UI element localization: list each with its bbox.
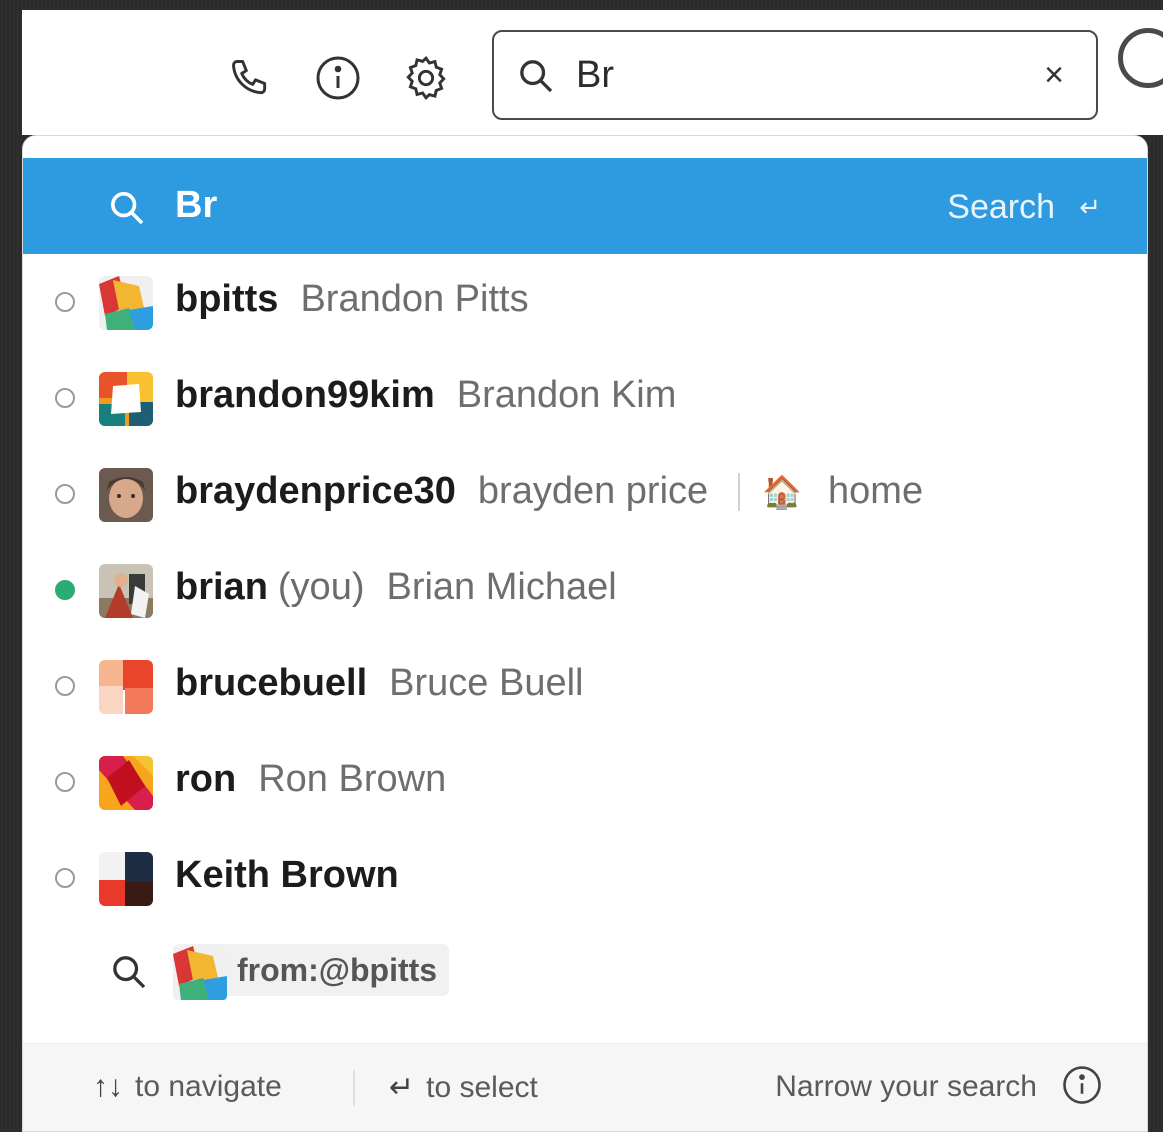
presence-away-icon: [55, 772, 75, 792]
gear-icon[interactable]: [400, 52, 452, 104]
suggestion-query: Br: [175, 184, 218, 226]
full-name: brayden price: [477, 470, 709, 512]
list-item-user[interactable]: ron Ron Brown: [23, 734, 1147, 830]
header-toolbar: Br ×: [22, 10, 1163, 135]
avatar: [99, 852, 153, 906]
house-icon: 🏠: [762, 474, 803, 510]
enter-key-icon: ↵: [389, 1071, 415, 1104]
username: brian: [175, 566, 268, 608]
avatar: [99, 468, 153, 522]
arrow-keys-icon: ↑↓: [93, 1070, 123, 1103]
avatar: [99, 660, 153, 714]
avatar: [173, 946, 227, 1000]
presence-online-icon: [55, 580, 75, 600]
search-icon: [109, 952, 149, 997]
phone-icon[interactable]: [224, 52, 276, 104]
divider: [738, 472, 741, 511]
list-item-user[interactable]: Keith Brown: [23, 830, 1147, 926]
from-filter-chip: from:@bpitts: [173, 944, 450, 1000]
clear-search-button[interactable]: ×: [1034, 50, 1074, 100]
from-filter-label: from:@bpitts: [237, 951, 438, 988]
full-name: Brian Michael: [386, 566, 617, 608]
search-input[interactable]: Br ×: [492, 30, 1098, 120]
list-item-user[interactable]: brucebuell Bruce Buell: [23, 638, 1147, 734]
presence-away-icon: [55, 868, 75, 888]
presence-away-icon: [55, 388, 75, 408]
custom-status-text: home: [828, 470, 924, 512]
you-indicator: (you): [277, 566, 365, 608]
navigate-hint: ↑↓ to navigate: [93, 1070, 282, 1104]
info-icon[interactable]: [312, 52, 364, 104]
narrow-search-link[interactable]: Narrow your search: [775, 1070, 1037, 1104]
full-name: Brandon Kim: [456, 374, 677, 416]
search-icon: [107, 188, 147, 233]
presence-away-icon: [55, 676, 75, 696]
enter-key-icon: ↵: [1079, 192, 1101, 222]
list-item-user[interactable]: braydenprice30 brayden price 🏠 home: [23, 446, 1147, 542]
search-icon: [516, 56, 556, 101]
presence-away-icon: [55, 484, 75, 504]
avatar: [99, 276, 153, 330]
full-name: Brandon Pitts: [300, 278, 529, 320]
username: ron: [175, 758, 237, 800]
divider: [353, 1070, 355, 1106]
navigate-hint-text: to navigate: [135, 1070, 282, 1103]
avatar: [99, 372, 153, 426]
dropdown-footer: ↑↓ to navigate ↵ to select Narrow your sea…: [23, 1043, 1147, 1131]
username: brandon99kim: [175, 374, 435, 416]
presence-away-icon: [55, 292, 75, 312]
search-suggestion-row[interactable]: Br Search ↵: [23, 158, 1147, 254]
full-name: Bruce Buell: [389, 662, 584, 704]
username: brucebuell: [175, 662, 368, 704]
avatar: [99, 564, 153, 618]
info-icon[interactable]: [1061, 1064, 1103, 1114]
select-hint: ↵ to select: [389, 1070, 538, 1105]
username: braydenprice30: [175, 470, 456, 512]
list-item-user[interactable]: bpitts Brandon Pitts: [23, 254, 1147, 350]
username: bpitts: [175, 278, 279, 320]
from-filter-suggestion[interactable]: from:@bpitts: [23, 926, 1147, 1022]
search-query-text: Br: [576, 54, 614, 96]
list-item-user[interactable]: brandon99kim Brandon Kim: [23, 350, 1147, 446]
list-item-user[interactable]: brian (you) Brian Michael: [23, 542, 1147, 638]
username: Keith Brown: [175, 854, 399, 896]
avatar: [99, 756, 153, 810]
full-name: Ron Brown: [258, 758, 447, 800]
search-suggestions-dropdown: Br Search ↵ bpitts Brandon Pitts brandon…: [22, 135, 1148, 1132]
search-action-label: Search: [947, 188, 1055, 226]
select-hint-text: to select: [426, 1071, 538, 1104]
